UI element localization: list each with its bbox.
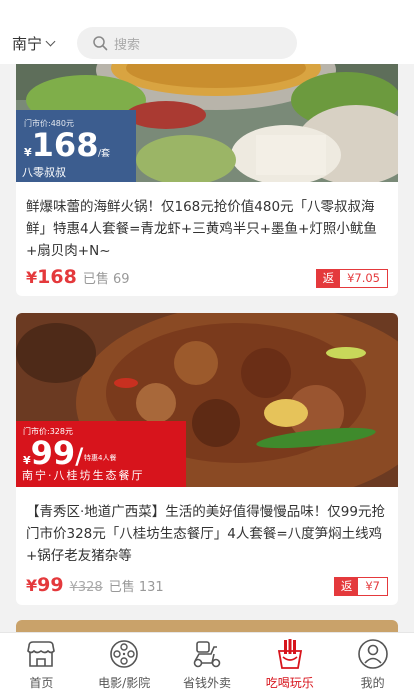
price-row: ¥168 已售 69 返 ¥7.05 xyxy=(26,266,388,288)
tab-takeout[interactable]: 省钱外卖 xyxy=(166,633,249,692)
banner-shop-name: 南宁·八桂坊生态餐厅 xyxy=(22,469,145,482)
tab-label: 首页 xyxy=(29,676,54,690)
fries-icon xyxy=(277,639,302,669)
banner-subtitle: 特惠4人餐 xyxy=(84,454,117,462)
shop-icon xyxy=(27,641,56,667)
film-reel-icon xyxy=(110,640,138,668)
sold-count: 已售 131 xyxy=(108,580,164,595)
chevron-down-icon xyxy=(45,36,56,47)
tab-me[interactable]: 我的 xyxy=(331,633,414,692)
banner-price-value: 168 xyxy=(31,126,99,164)
tab-home[interactable]: 首页 xyxy=(0,633,83,692)
tab-label: 省钱外卖 xyxy=(182,676,231,690)
bottom-tab-bar: 首页 电影/影院 省钱外卖 吃喝玩乐 我的 xyxy=(0,632,414,692)
price-row: ¥99 ¥328 已售 131 返 ¥7 xyxy=(26,574,388,596)
deal-description: 【青秀区·地道广西菜】生活的美好值得慢慢品味！仅99元抢门市价328元「八桂坊生… xyxy=(26,504,385,564)
rebate-label: 返 xyxy=(316,270,341,287)
rebate-badge: 返 ¥7 xyxy=(333,577,388,596)
search-icon xyxy=(93,36,108,51)
deal-description: 鲜爆味蕾的海鲜火锅！仅168元抢价值480元「八零叔叔海鲜」特惠4人套餐=青龙虾… xyxy=(26,199,377,259)
currency-symbol: ¥ xyxy=(26,576,38,595)
original-price: ¥328 xyxy=(69,580,103,595)
scooter-icon xyxy=(193,641,221,668)
deal-price-value: 99 xyxy=(37,574,64,596)
tab-food-fun[interactable]: 吃喝玩乐 xyxy=(248,633,331,692)
deal-price: ¥99 xyxy=(26,574,64,596)
deal-card[interactable]: 门市价:328元 ¥99/ 特惠4人餐 南宁·八桂坊生态餐厅 【青秀区·地道广西… xyxy=(16,313,398,605)
deal-price-value: 168 xyxy=(37,266,77,288)
top-bar: 南宁 搜索 xyxy=(0,0,414,64)
search-input[interactable]: 搜索 xyxy=(77,27,297,59)
search-placeholder: 搜索 xyxy=(114,37,141,53)
currency-symbol: ¥ xyxy=(26,268,38,287)
sold-count: 已售 69 xyxy=(82,272,130,287)
rebate-badge: 返 ¥7.05 xyxy=(315,269,388,288)
tab-label: 吃喝玩乐 xyxy=(265,676,314,690)
rebate-amount: ¥7.05 xyxy=(340,270,387,287)
banner-shop-name: 八零叔叔 xyxy=(22,166,66,179)
rebate-amount: ¥7 xyxy=(358,578,387,595)
tab-movies[interactable]: 电影/影院 xyxy=(83,633,166,692)
city-label: 南宁 xyxy=(12,35,43,53)
city-selector[interactable]: 南宁 xyxy=(12,33,56,54)
price-banner: 门市价:480元 ¥168 /套 八零叔叔 xyxy=(16,110,136,182)
price-banner: 门市价:328元 ¥99/ 特惠4人餐 南宁·八桂坊生态餐厅 xyxy=(16,421,186,487)
user-icon xyxy=(357,639,388,669)
deal-price: ¥168 xyxy=(26,266,77,288)
tab-label: 我的 xyxy=(360,676,385,690)
tab-label: 电影/影院 xyxy=(98,676,151,690)
rebate-label: 返 xyxy=(334,578,359,595)
banner-unit: /套 xyxy=(98,149,111,159)
banner-price: ¥168 xyxy=(24,126,99,164)
deal-card[interactable]: 门市价:480元 ¥168 /套 八零叔叔 鲜爆味蕾的海鲜火锅！仅168元抢价值… xyxy=(16,40,398,296)
deal-image: 门市价:328元 ¥99/ 特惠4人餐 南宁·八桂坊生态餐厅 xyxy=(16,313,398,487)
